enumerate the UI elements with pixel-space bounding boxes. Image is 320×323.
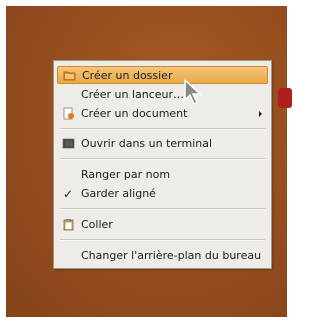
checkmark-icon: ✓ bbox=[63, 187, 74, 201]
menu-label: Créer un lanceur… bbox=[81, 88, 185, 101]
terminal-icon bbox=[62, 138, 75, 149]
desktop-red-element bbox=[278, 88, 292, 108]
menu-item-sort-by-name[interactable]: Ranger par nom bbox=[57, 166, 268, 184]
menu-label: Ranger par nom bbox=[81, 168, 171, 181]
menu-item-paste[interactable]: Coller bbox=[57, 216, 268, 234]
menu-item-create-folder[interactable]: Créer un dossier bbox=[57, 66, 268, 84]
folder-icon bbox=[63, 71, 76, 81]
menu-label: Garder aligné bbox=[81, 187, 156, 200]
menu-label: Changer l'arrière-plan du bureau bbox=[81, 249, 262, 262]
menu-item-open-terminal[interactable]: Ouvrir dans un terminal bbox=[57, 135, 268, 153]
document-icon bbox=[63, 107, 74, 120]
menu-label: Créer un document bbox=[81, 107, 188, 120]
chevron-right-icon bbox=[259, 111, 262, 117]
menu-label: Créer un dossier bbox=[82, 69, 173, 82]
menu-item-create-launcher[interactable]: Créer un lanceur… bbox=[57, 86, 268, 104]
menu-item-create-document[interactable]: Créer un document bbox=[57, 105, 268, 123]
menu-item-change-background[interactable]: Changer l'arrière-plan du bureau bbox=[57, 247, 268, 265]
menu-separator bbox=[60, 128, 265, 130]
menu-label: Ouvrir dans un terminal bbox=[81, 137, 213, 150]
menu-item-keep-aligned[interactable]: ✓ Garder aligné bbox=[57, 185, 268, 203]
menu-separator bbox=[60, 208, 265, 210]
context-menu: Créer un dossier Créer un lanceur… Créer… bbox=[53, 60, 272, 269]
mouse-pointer-icon bbox=[184, 78, 202, 106]
menu-label: Coller bbox=[81, 218, 113, 231]
menu-separator bbox=[60, 158, 265, 160]
clipboard-icon bbox=[63, 219, 74, 231]
menu-separator bbox=[60, 239, 265, 241]
